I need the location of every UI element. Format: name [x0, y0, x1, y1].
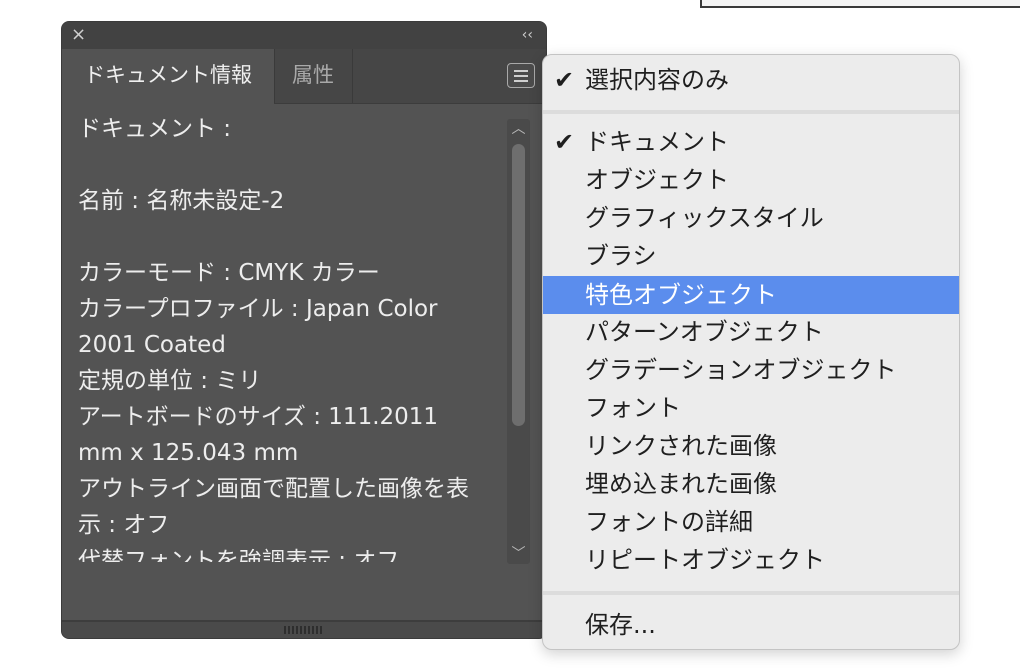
hamburger-menu-icon — [514, 70, 528, 72]
info-line: 名前 : 名称未設定-2 — [78, 188, 285, 214]
hamburger-menu-icon — [514, 75, 528, 77]
menu-item-linked-images[interactable]: リンクされた画像 — [543, 427, 959, 465]
panel-menu-button[interactable] — [507, 63, 535, 88]
info-line: mm x 125.043 mm — [78, 440, 299, 466]
info-line: カラープロファイル : Japan Color — [78, 296, 438, 322]
chevron-down-icon[interactable]: ﹀ — [507, 544, 530, 564]
document-info-panel: × ‹‹ ドキュメント情報 属性 ドキュメント : 名前 : 名称未設定-2 カ… — [62, 22, 546, 638]
info-line: カラーモード : CMYK カラー — [78, 260, 380, 286]
resize-grip-icon[interactable] — [284, 626, 324, 634]
tab-attributes[interactable]: 属性 — [275, 49, 351, 103]
hamburger-menu-icon — [514, 80, 528, 82]
document-info-content: ドキュメント : 名前 : 名称未設定-2 カラーモード : CMYK カラー … — [78, 114, 498, 562]
info-line: 2001 Coated — [78, 332, 226, 358]
menu-item-label: 選択内容のみ — [585, 66, 729, 94]
panel-flyout-menu: ✔ 選択内容のみ ✔ ドキュメント オブジェクト グラフィックスタイル ブラシ … — [542, 54, 960, 650]
checkmark-icon: ✔ — [554, 128, 575, 156]
chevron-up-icon[interactable]: ︿ — [507, 119, 530, 139]
tab-document-info[interactable]: ドキュメント情報 — [62, 49, 274, 104]
close-icon[interactable]: × — [71, 25, 86, 45]
menu-item-save[interactable]: 保存... — [543, 606, 959, 644]
menu-item-repeat-objects[interactable]: リピートオブジェクト — [543, 541, 959, 579]
menu-item-embedded-images[interactable]: 埋め込まれた画像 — [543, 465, 959, 503]
menu-item-brushes[interactable]: ブラシ — [543, 237, 959, 275]
info-line: 示 : オフ — [78, 512, 170, 538]
scrollbar[interactable]: ︿ ﹀ — [507, 119, 530, 564]
menu-item-gradient-objects[interactable]: グラデーションオブジェクト — [543, 351, 959, 389]
menu-separator — [543, 591, 959, 595]
checkmark-icon: ✔ — [554, 66, 575, 94]
collapse-panel-icon[interactable]: ‹‹ — [522, 25, 533, 45]
scrollbar-thumb[interactable] — [512, 144, 525, 426]
menu-separator — [543, 110, 959, 114]
panel-resize-footer[interactable] — [62, 620, 546, 638]
menu-item-objects[interactable]: オブジェクト — [543, 161, 959, 199]
info-line: 代替フォントを強調表示 : オフ — [78, 548, 400, 562]
menu-item-document[interactable]: ✔ ドキュメント — [543, 123, 959, 161]
menu-item-graphic-styles[interactable]: グラフィックスタイル — [543, 199, 959, 237]
menu-item-pattern-objects[interactable]: パターンオブジェクト — [543, 313, 959, 351]
tab-divider — [352, 49, 353, 103]
panel-titlebar[interactable]: × ‹‹ — [62, 22, 546, 49]
info-line: アートボードのサイズ : 111.2011 — [78, 404, 439, 430]
menu-item-font-details[interactable]: フォントの詳細 — [543, 503, 959, 541]
info-line: 定規の単位 : ミリ — [78, 368, 262, 394]
menu-item-fonts[interactable]: フォント — [543, 389, 959, 427]
background-window-frame — [700, 0, 1020, 8]
menu-item-selection-only[interactable]: ✔ 選択内容のみ — [543, 61, 959, 99]
menu-item-spot-color-objects[interactable]: 特色オブジェクト — [543, 276, 959, 314]
menu-item-label: ドキュメント — [585, 128, 729, 156]
info-line: アウトライン画面で配置した画像を表 — [78, 476, 469, 502]
info-line: ドキュメント : — [78, 116, 232, 142]
panel-tabbar: ドキュメント情報 属性 — [62, 49, 546, 104]
